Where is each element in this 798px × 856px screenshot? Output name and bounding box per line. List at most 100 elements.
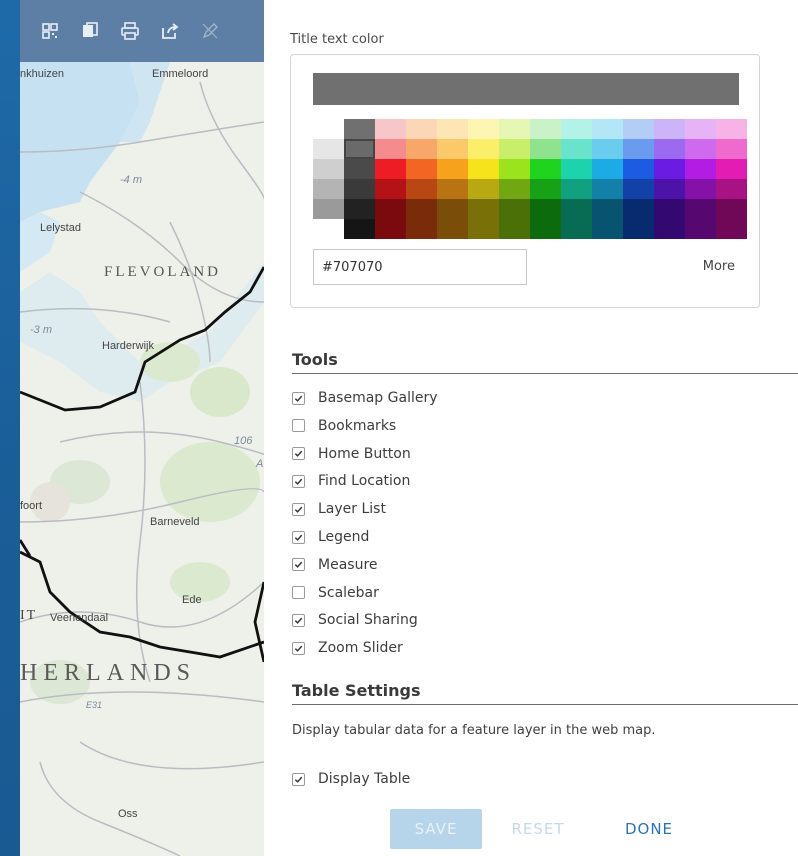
- home-button-checkbox[interactable]: [292, 447, 305, 461]
- social-sharing-checkbox[interactable]: [292, 613, 305, 627]
- color-swatch[interactable]: [623, 199, 654, 219]
- color-swatch[interactable]: [716, 179, 747, 199]
- tool-option-legend[interactable]: Legend: [292, 529, 369, 545]
- color-swatch[interactable]: [437, 139, 468, 159]
- color-swatch[interactable]: [561, 159, 592, 179]
- color-swatch[interactable]: [561, 139, 592, 159]
- color-swatch[interactable]: [499, 219, 530, 239]
- color-swatch[interactable]: [344, 179, 375, 199]
- color-swatch[interactable]: [561, 119, 592, 139]
- tool-option-measure[interactable]: Measure: [292, 557, 378, 573]
- color-swatch[interactable]: [313, 139, 344, 159]
- color-swatch[interactable]: [561, 179, 592, 199]
- color-swatch[interactable]: [592, 179, 623, 199]
- bookmarks-checkbox[interactable]: [292, 419, 305, 433]
- color-swatch[interactable]: [468, 219, 499, 239]
- color-swatch[interactable]: [530, 219, 561, 239]
- tool-option-zoom-slider[interactable]: Zoom Slider: [292, 640, 403, 656]
- tool-option-social-sharing[interactable]: Social Sharing: [292, 612, 418, 628]
- display-table-checkbox[interactable]: [292, 772, 305, 786]
- color-swatch[interactable]: [313, 159, 344, 179]
- color-swatch[interactable]: [468, 139, 499, 159]
- color-swatch[interactable]: [313, 179, 344, 199]
- layer-list-checkbox[interactable]: [292, 502, 305, 516]
- measure-checkbox[interactable]: [292, 558, 305, 572]
- color-swatch[interactable]: [344, 139, 375, 159]
- color-swatch[interactable]: [592, 219, 623, 239]
- tool-option-bookmarks[interactable]: Bookmarks: [292, 418, 396, 434]
- basemap-gallery-checkbox[interactable]: [292, 391, 305, 405]
- reset-button[interactable]: RESET: [496, 809, 580, 849]
- color-swatch[interactable]: [685, 219, 716, 239]
- display-table-option[interactable]: Display Table: [292, 771, 410, 787]
- color-swatch[interactable]: [375, 219, 406, 239]
- done-button[interactable]: DONE: [608, 809, 690, 849]
- share-button[interactable]: [150, 11, 190, 51]
- color-swatch[interactable]: [716, 219, 747, 239]
- tool-option-basemap-gallery[interactable]: Basemap Gallery: [292, 390, 438, 406]
- color-swatch[interactable]: [344, 219, 375, 239]
- color-swatch[interactable]: [623, 159, 654, 179]
- tool-option-home-button[interactable]: Home Button: [292, 446, 411, 462]
- color-swatch[interactable]: [654, 199, 685, 219]
- color-swatch[interactable]: [654, 139, 685, 159]
- copy-button[interactable]: [70, 11, 110, 51]
- color-swatch[interactable]: [530, 199, 561, 219]
- color-swatch[interactable]: [375, 139, 406, 159]
- color-swatch[interactable]: [685, 139, 716, 159]
- color-swatch[interactable]: [406, 159, 437, 179]
- tool-option-find-location[interactable]: Find Location: [292, 473, 410, 489]
- color-swatch[interactable]: [375, 119, 406, 139]
- color-swatch[interactable]: [592, 159, 623, 179]
- color-swatch[interactable]: [685, 199, 716, 219]
- color-swatch[interactable]: [685, 179, 716, 199]
- color-swatch[interactable]: [623, 219, 654, 239]
- color-swatch[interactable]: [530, 179, 561, 199]
- color-swatch[interactable]: [313, 199, 344, 219]
- color-swatch[interactable]: [468, 119, 499, 139]
- color-swatch[interactable]: [716, 139, 747, 159]
- color-swatch[interactable]: [685, 119, 716, 139]
- color-swatch[interactable]: [716, 119, 747, 139]
- find-location-checkbox[interactable]: [292, 474, 305, 488]
- color-swatch[interactable]: [561, 219, 592, 239]
- color-swatch[interactable]: [654, 219, 685, 239]
- color-swatch[interactable]: [406, 139, 437, 159]
- color-swatch[interactable]: [654, 179, 685, 199]
- color-swatch[interactable]: [530, 159, 561, 179]
- tool-option-layer-list[interactable]: Layer List: [292, 501, 386, 517]
- color-swatch[interactable]: [437, 199, 468, 219]
- color-swatch[interactable]: [530, 139, 561, 159]
- color-swatch[interactable]: [592, 119, 623, 139]
- edit-button[interactable]: [190, 11, 230, 51]
- color-swatch[interactable]: [561, 199, 592, 219]
- color-swatch[interactable]: [468, 179, 499, 199]
- more-colors-link[interactable]: More: [703, 259, 735, 274]
- color-swatch[interactable]: [716, 159, 747, 179]
- color-swatch[interactable]: [437, 219, 468, 239]
- scalebar-checkbox[interactable]: [292, 586, 305, 600]
- color-swatch[interactable]: [344, 199, 375, 219]
- color-swatch[interactable]: [654, 159, 685, 179]
- qr-code-button[interactable]: [30, 11, 70, 51]
- color-swatch[interactable]: [623, 119, 654, 139]
- color-swatch[interactable]: [499, 119, 530, 139]
- color-swatch[interactable]: [623, 139, 654, 159]
- color-swatch[interactable]: [530, 119, 561, 139]
- legend-checkbox[interactable]: [292, 530, 305, 544]
- color-swatch[interactable]: [468, 159, 499, 179]
- color-swatch[interactable]: [406, 119, 437, 139]
- save-button[interactable]: SAVE: [390, 809, 482, 849]
- color-swatch[interactable]: [406, 179, 437, 199]
- color-swatch[interactable]: [375, 179, 406, 199]
- color-swatch[interactable]: [499, 199, 530, 219]
- color-swatch[interactable]: [685, 159, 716, 179]
- color-swatch[interactable]: [344, 119, 375, 139]
- color-swatch[interactable]: [623, 179, 654, 199]
- zoom-slider-checkbox[interactable]: [292, 641, 305, 655]
- color-swatch[interactable]: [375, 159, 406, 179]
- map-pane[interactable]: nkhuizen Emmeloord -4 m Lelystad FLEVOLA…: [20, 0, 264, 856]
- color-swatch[interactable]: [499, 139, 530, 159]
- color-swatch[interactable]: [592, 199, 623, 219]
- color-swatch[interactable]: [437, 179, 468, 199]
